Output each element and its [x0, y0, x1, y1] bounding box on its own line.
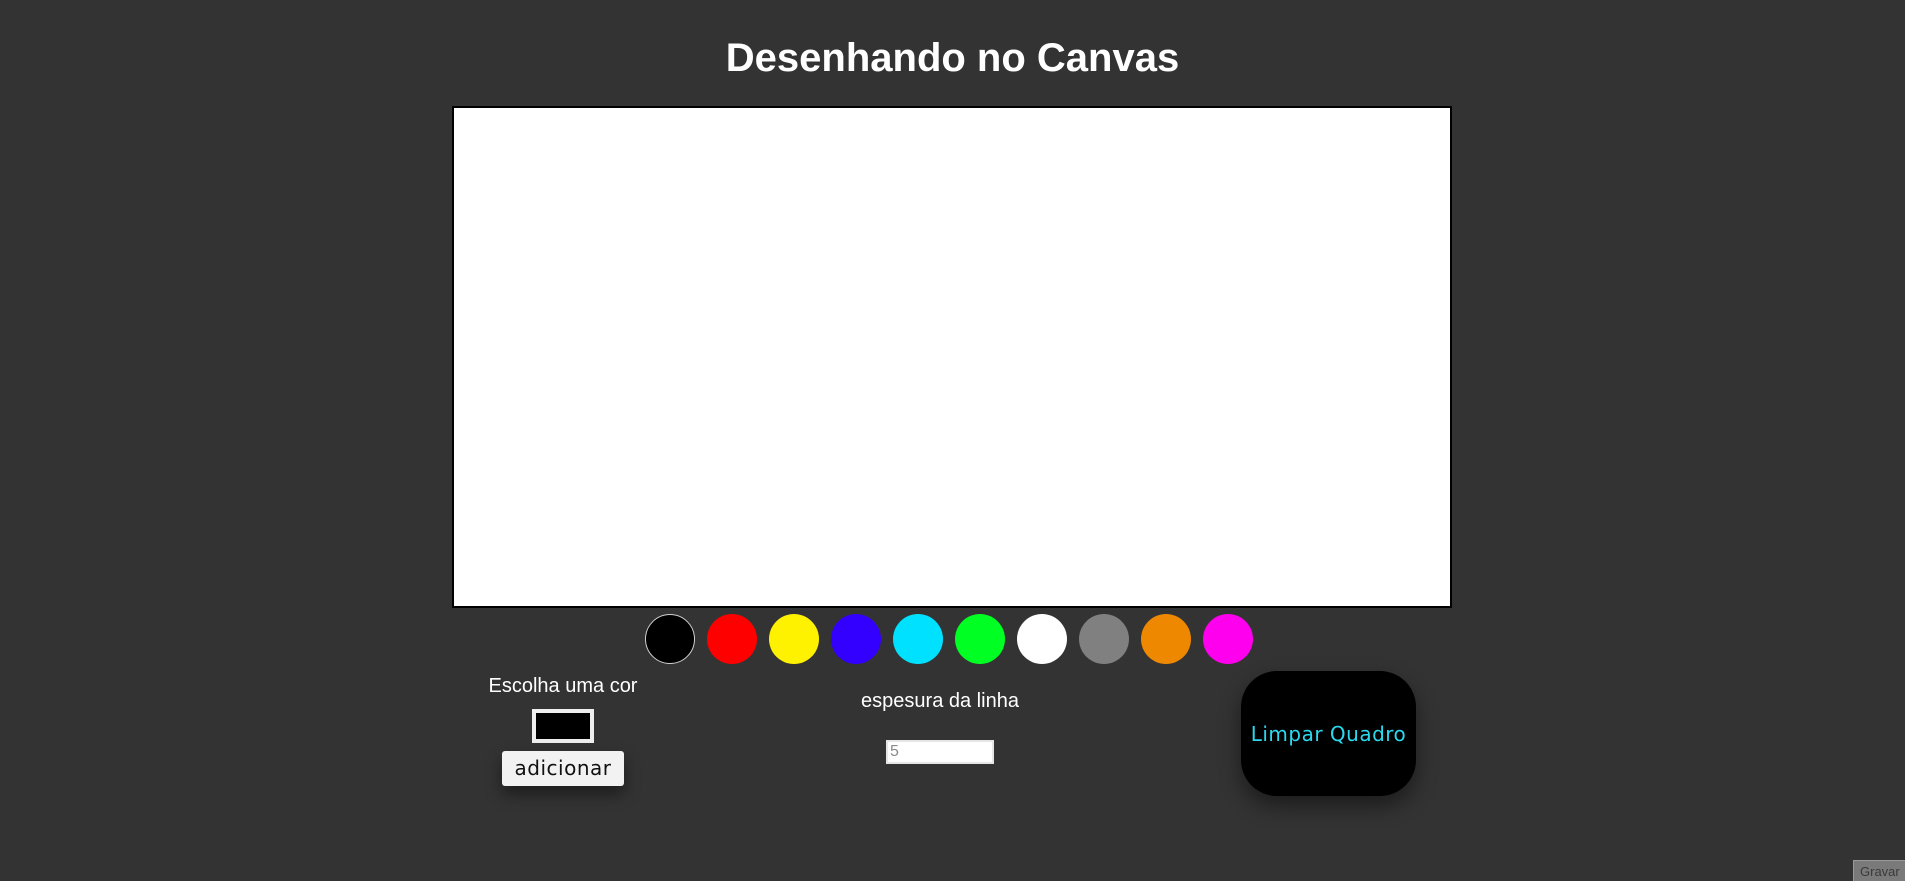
color-picker-label: Escolha uma cor [488, 675, 638, 697]
swatch-red[interactable] [707, 614, 757, 664]
swatch-black[interactable] [645, 614, 695, 664]
color-palette [645, 614, 1253, 666]
swatch-green[interactable] [955, 614, 1005, 664]
line-width-label: espesura da linha [861, 690, 1019, 712]
swatch-cyan[interactable] [893, 614, 943, 664]
line-width-input[interactable]: 5 [886, 740, 994, 764]
color-input[interactable] [532, 709, 594, 743]
record-button[interactable]: Gravar [1853, 860, 1905, 881]
add-color-button[interactable]: adicionar [501, 751, 625, 786]
page: Desenhando no Canvas Escolha uma cor adi… [0, 0, 1905, 881]
page-title: Desenhando no Canvas [725, 36, 1180, 80]
swatch-white[interactable] [1017, 614, 1067, 664]
line-width-group: espesura da linha 5 [840, 688, 1040, 764]
drawing-canvas[interactable] [452, 106, 1452, 608]
swatch-yellow[interactable] [769, 614, 819, 664]
swatch-gray[interactable] [1079, 614, 1129, 664]
swatch-blue[interactable] [831, 614, 881, 664]
swatch-magenta[interactable] [1203, 614, 1253, 664]
swatch-orange[interactable] [1141, 614, 1191, 664]
color-picker-group: Escolha uma cor adicionar [470, 673, 656, 786]
clear-canvas-button[interactable]: Limpar Quadro [1241, 671, 1416, 796]
